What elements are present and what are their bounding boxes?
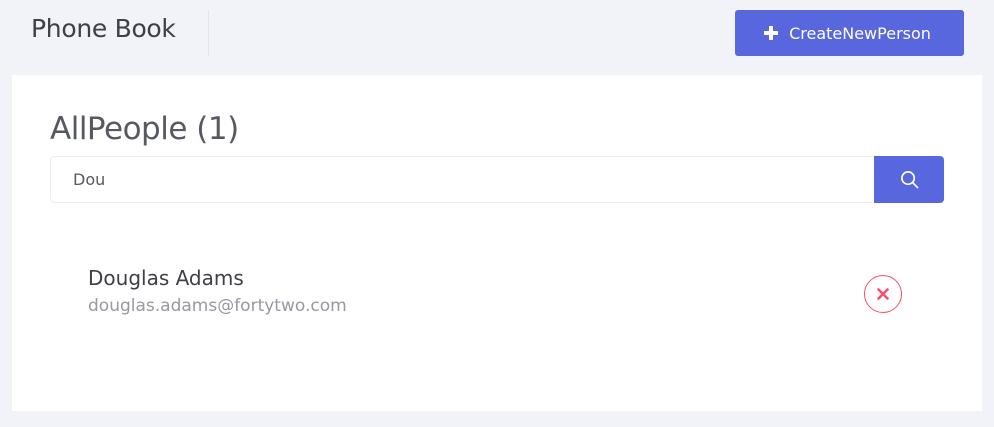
app-title: Phone Book: [31, 14, 176, 43]
search-icon: [900, 171, 918, 189]
people-card: AllPeople (1) Douglas Adams douglas.adam…: [12, 75, 982, 411]
close-icon: [877, 288, 889, 300]
create-new-person-label: CreateNewPerson: [789, 23, 931, 43]
person-email: douglas.adams@fortytwo.com: [88, 296, 347, 316]
create-new-person-button[interactable]: CreateNewPerson: [735, 10, 964, 56]
delete-person-button[interactable]: [864, 275, 902, 313]
page-title: AllPeople (1): [50, 111, 239, 147]
list-item: Douglas Adams douglas.adams@fortytwo.com: [88, 266, 918, 326]
header-divider: [208, 10, 209, 56]
app-header: Phone Book CreateNewPerson: [0, 0, 994, 66]
search-input[interactable]: [50, 156, 875, 203]
search-button[interactable]: [874, 156, 944, 203]
plus-icon: [764, 26, 779, 40]
person-name: Douglas Adams: [88, 266, 244, 290]
